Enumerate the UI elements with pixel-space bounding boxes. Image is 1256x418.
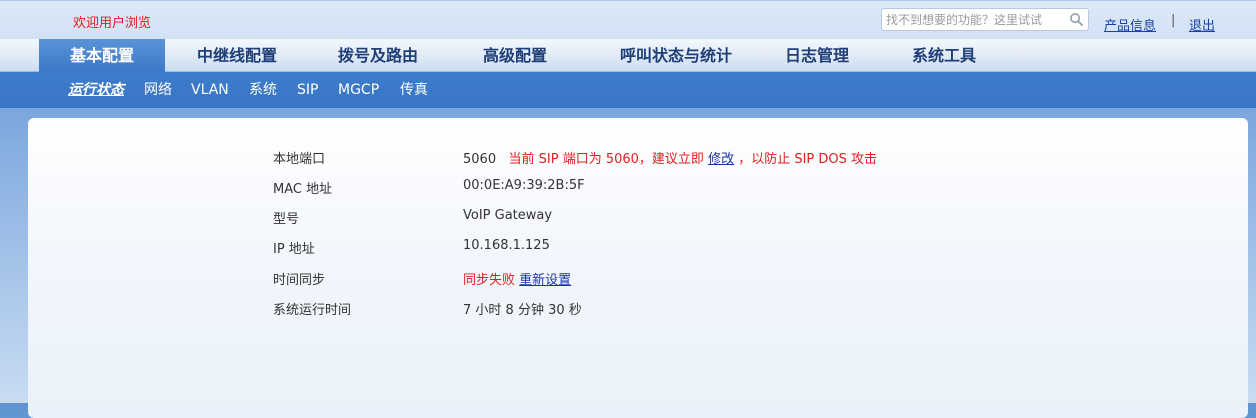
port-warning-suffix: ，以防止 SIP DOS 攻击	[738, 152, 878, 167]
time-sync-status: 同步失败	[463, 273, 516, 288]
search-icon[interactable]	[1069, 12, 1084, 27]
sub-nav: 运行状态 网络 VLAN 系统 SIP MGCP 传真	[0, 72, 1256, 108]
logout-link[interactable]: 退出	[1189, 15, 1215, 34]
subnav-mgcp[interactable]: MGCP	[338, 72, 379, 108]
ip-value: 10.168.1.125	[463, 238, 550, 253]
product-info-link[interactable]: 产品信息	[1104, 15, 1156, 34]
status-panel: 本地端口 5060 当前 SIP 端口为 5060，建议立即 修改 ，以防止 S…	[28, 118, 1248, 418]
subnav-network[interactable]: 网络	[144, 72, 172, 108]
uptime-value: 7 小时 8 分钟 30 秒	[463, 303, 582, 318]
nav-trunk-config[interactable]: 中继线配置	[172, 39, 302, 72]
nav-basic-config[interactable]: 基本配置	[39, 39, 165, 72]
mac-value: 00:0E:A9:39:2B:5F	[463, 178, 585, 193]
subnav-vlan[interactable]: VLAN	[191, 72, 229, 108]
subnav-fax[interactable]: 传真	[400, 72, 428, 108]
model-value: VoIP Gateway	[463, 208, 553, 223]
ip-label: IP 地址	[273, 242, 315, 257]
main-nav: 基本配置 中继线配置 拨号及路由 高级配置 呼叫状态与统计 日志管理 系统工具	[0, 39, 1256, 72]
local-port-label: 本地端口	[273, 152, 326, 167]
subnav-sip[interactable]: SIP	[297, 72, 318, 108]
mac-label: MAC 地址	[273, 182, 333, 197]
nav-log-management[interactable]: 日志管理	[762, 39, 872, 72]
top-header: 欢迎用户浏览 产品信息 | 退出	[0, 0, 1256, 39]
subnav-system[interactable]: 系统	[249, 72, 277, 108]
uptime-label: 系统运行时间	[273, 303, 352, 318]
model-label: 型号	[273, 212, 300, 227]
welcome-text: 欢迎用户浏览	[73, 16, 152, 31]
subnav-running-status[interactable]: 运行状态	[68, 72, 124, 108]
nav-dial-routing[interactable]: 拨号及路由	[318, 39, 438, 72]
nav-advanced-config[interactable]: 高级配置	[455, 39, 575, 72]
search-box[interactable]	[881, 8, 1089, 31]
time-sync-label: 时间同步	[273, 273, 326, 288]
local-port-value: 5060	[463, 152, 497, 167]
port-warning-text: 当前 SIP 端口为 5060，建议立即	[508, 152, 704, 167]
modify-port-link[interactable]: 修改	[708, 152, 734, 167]
nav-call-status-stats[interactable]: 呼叫状态与统计	[596, 39, 756, 72]
time-sync-row: 同步失败 重新设置	[463, 269, 571, 288]
local-port-row: 5060 当前 SIP 端口为 5060，建议立即 修改 ，以防止 SIP DO…	[463, 148, 877, 167]
header-separator: |	[1171, 13, 1176, 28]
nav-system-tools[interactable]: 系统工具	[889, 39, 999, 72]
search-input[interactable]	[886, 11, 1066, 28]
time-sync-reset-link[interactable]: 重新设置	[519, 273, 571, 288]
